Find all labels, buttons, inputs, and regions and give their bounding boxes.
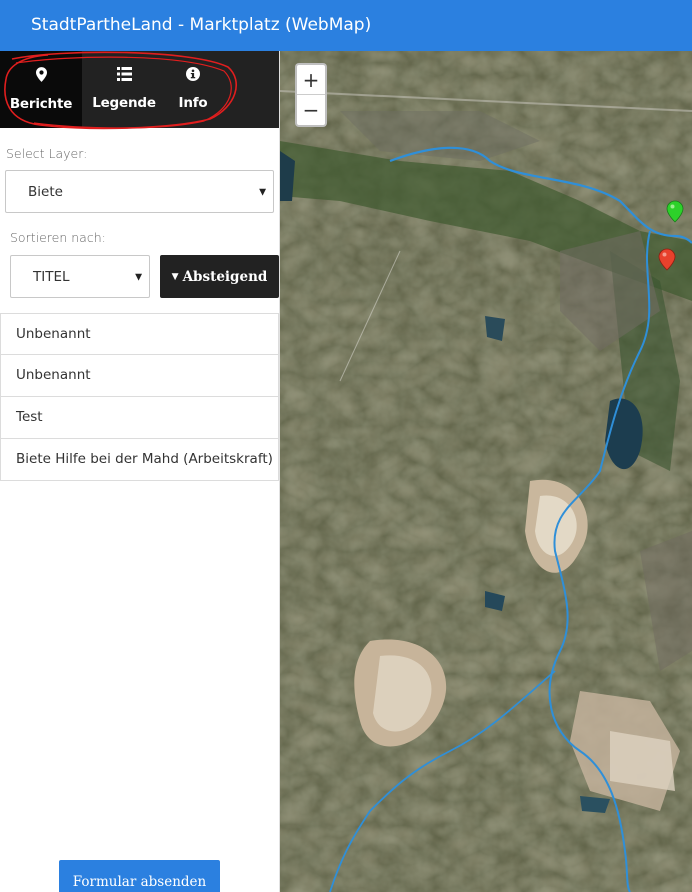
tab-berichte[interactable]: Berichte — [0, 51, 82, 128]
list-item[interactable]: Test — [0, 397, 279, 439]
zoom-control: + − — [295, 63, 327, 127]
app-title: StadtPartheLand - Marktplatz (WebMap) — [31, 15, 372, 35]
map-view[interactable]: + − — [280, 51, 692, 892]
sort-order-label: Absteigend — [182, 268, 268, 285]
map-marker-icon — [35, 51, 47, 87]
list-item[interactable]: Biete Hilfe bei der Mahd (Arbeitskraft) — [0, 439, 279, 481]
sort-select[interactable]: TITEL ▼ — [10, 255, 150, 298]
satellite-map[interactable] — [280, 51, 692, 892]
info-icon — [186, 51, 200, 86]
layer-label: Select Layer: — [6, 146, 88, 161]
tab-info[interactable]: Info — [166, 51, 220, 128]
sidebar: Berichte Legende Info Select Layer: Biet… — [0, 51, 280, 892]
submit-label: Formular absenden — [72, 874, 207, 890]
report-list: Unbenannt Unbenannt Test Biete Hilfe bei… — [0, 313, 279, 481]
submit-form-button[interactable]: Formular absenden — [59, 860, 220, 892]
chevron-down-icon: ▼ — [135, 272, 142, 282]
zoom-out-button[interactable]: − — [297, 95, 325, 125]
list-item[interactable]: Unbenannt — [0, 313, 279, 355]
caret-down-icon: ▼ — [171, 271, 179, 282]
chevron-down-icon: ▼ — [259, 187, 266, 197]
list-item[interactable]: Unbenannt — [0, 355, 279, 397]
zoom-in-button[interactable]: + — [297, 65, 325, 95]
tab-label: Info — [178, 95, 208, 111]
tab-label: Legende — [92, 95, 156, 111]
app-title-bar: StadtPartheLand - Marktplatz (WebMap) — [0, 0, 692, 51]
sort-select-value: TITEL — [33, 268, 70, 285]
tab-legende[interactable]: Legende — [82, 51, 166, 128]
layer-select-value: Biete — [28, 183, 63, 200]
list-icon — [116, 51, 132, 86]
sort-label: Sortieren nach: — [10, 230, 106, 245]
sort-order-button[interactable]: ▼ Absteigend — [160, 255, 279, 298]
layer-select[interactable]: Biete ▼ — [5, 170, 274, 213]
tab-bar: Berichte Legende Info — [0, 51, 279, 128]
tab-label: Berichte — [9, 96, 73, 112]
